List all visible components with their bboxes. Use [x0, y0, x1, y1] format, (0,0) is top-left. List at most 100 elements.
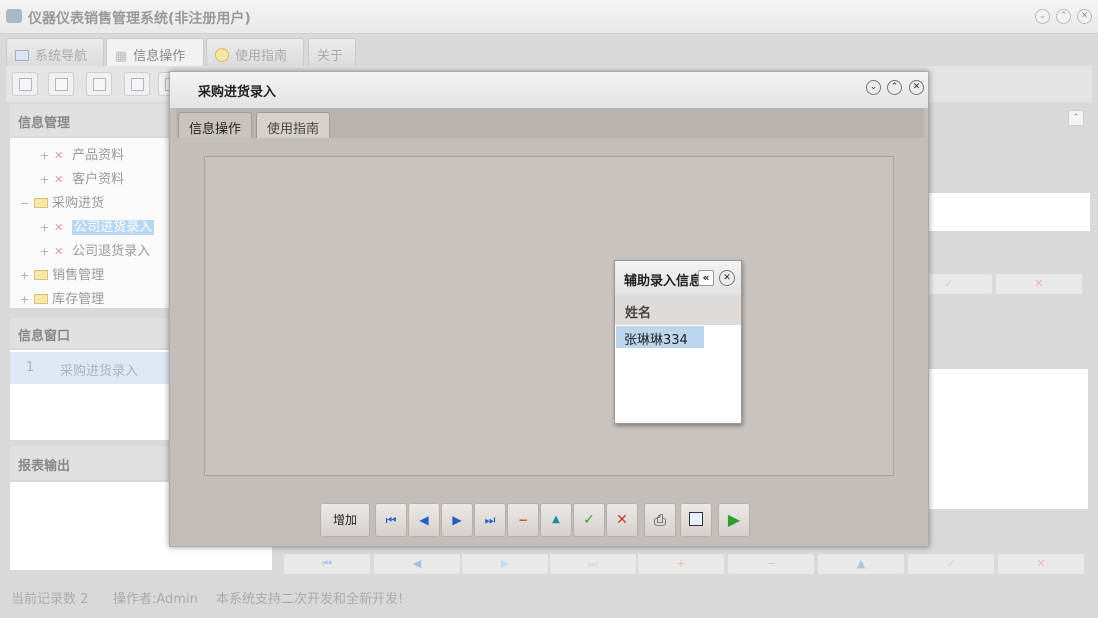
document-button[interactable] — [86, 72, 112, 96]
expand-icon[interactable]: + — [20, 269, 30, 282]
tool-icon: ✕ — [54, 173, 64, 186]
helper-title: 辅助录入信息 — [624, 274, 700, 289]
tree-node-products[interactable]: + ✕ 产品资料 — [40, 144, 124, 164]
monitor-icon — [15, 50, 29, 61]
folder-icon — [34, 198, 49, 208]
helper-column-header: 姓名 — [615, 295, 741, 325]
helper-close-icon[interactable]: ✕ — [719, 270, 735, 286]
tool-icon: ✕ — [54, 221, 64, 234]
next-record-button[interactable]: ▶ — [441, 503, 473, 537]
users-icon — [131, 78, 144, 91]
x-icon: ✕ — [616, 512, 628, 528]
next-icon: ▶ — [452, 513, 462, 527]
printer-icon: ⎙ — [653, 511, 666, 529]
folder-icon — [34, 270, 49, 280]
last-icon: ⏭ — [484, 513, 496, 527]
background-last-button[interactable]: ⏭ — [550, 554, 636, 574]
dialog-minimize-icon[interactable]: ⌄ — [866, 80, 881, 95]
record-count: 当前记录数 2 — [11, 592, 89, 607]
tree-node-purchasing[interactable]: − 采购进货 — [20, 192, 104, 212]
operator: 操作者:Admin — [113, 592, 198, 607]
background-grid-area — [928, 369, 1088, 509]
users-button[interactable] — [124, 72, 150, 96]
grid-icon: ▦ — [115, 49, 128, 64]
background-cancel-button[interactable]: ✕ — [996, 274, 1082, 294]
background-save-button[interactable]: ✓ — [908, 554, 994, 574]
print-preview-icon — [689, 512, 703, 526]
app-title-bar: 仪器仪表销售管理系统(非注册用户) ⌄ ⌃ ✕ — [0, 0, 1098, 34]
expand-icon[interactable]: + — [40, 245, 50, 258]
document-icon — [93, 78, 106, 91]
input-helper-popup: 辅助录入信息 « ✕ 姓名 张琳琳334 — [614, 260, 742, 424]
tree-node-customers[interactable]: + ✕ 客户资料 — [40, 168, 124, 188]
collapse-panel-icon[interactable]: ⌃ — [1068, 110, 1084, 126]
dialog-close-icon[interactable]: ✕ — [909, 80, 924, 95]
tree-node-return-entry[interactable]: + ✕ 公司退货录入 — [40, 240, 150, 260]
background-form-area — [928, 193, 1090, 231]
run-button[interactable]: ▶ — [718, 503, 750, 537]
tab-user-guide[interactable]: 使用指南 — [206, 38, 304, 66]
list-icon — [55, 78, 68, 91]
dialog-tab-user-guide[interactable]: 使用指南 — [256, 112, 330, 138]
add-button[interactable]: 增加 — [320, 503, 370, 537]
save-button[interactable]: ✓ — [573, 503, 605, 537]
up-arrow-icon: ▲ — [552, 514, 560, 525]
check-icon: ✓ — [583, 512, 595, 528]
play-icon: ▶ — [727, 510, 741, 529]
search-icon — [19, 78, 32, 91]
clock-icon — [215, 48, 229, 62]
dialog-title: 采购进货录入 — [198, 85, 277, 100]
tree-node-sales[interactable]: + 销售管理 — [20, 264, 104, 284]
app-title: 仪器仪表销售管理系统(非注册用户) — [28, 11, 251, 27]
folder-icon — [34, 294, 49, 304]
dialog-maximize-icon[interactable]: ⌃ — [887, 80, 902, 95]
preview-button[interactable] — [680, 503, 712, 537]
background-prev-button[interactable]: ◀ — [374, 554, 460, 574]
helper-list-item[interactable]: 张琳琳334 — [616, 326, 704, 348]
collapse-icon[interactable]: − — [20, 197, 30, 210]
tool-icon: ✕ — [54, 149, 64, 162]
background-first-button[interactable]: ⏮ — [284, 554, 370, 574]
tab-about[interactable]: 关于 — [308, 38, 356, 66]
maximize-icon[interactable]: ⌃ — [1056, 9, 1071, 24]
expand-icon[interactable]: + — [40, 173, 50, 186]
background-add-button[interactable]: + — [638, 554, 724, 574]
status-bar: 当前记录数 2 操作者:Admin 本系统支持二次开发和全新开发! — [0, 584, 1098, 610]
background-delete-button[interactable]: − — [728, 554, 814, 574]
dialog-tab-strip: 信息操作 使用指南 — [176, 108, 924, 138]
last-record-button[interactable]: ⏭ — [474, 503, 506, 537]
background-discard-button[interactable]: ✕ — [998, 554, 1084, 574]
close-icon[interactable]: ✕ — [1077, 9, 1092, 24]
expand-icon[interactable]: + — [40, 221, 50, 234]
collapse-left-icon[interactable]: « — [698, 270, 714, 286]
dialog-tab-info-ops[interactable]: 信息操作 — [178, 112, 252, 138]
helper-title-bar[interactable]: 辅助录入信息 « ✕ — [615, 261, 741, 295]
prev-record-button[interactable]: ◀ — [408, 503, 440, 537]
tool-icon: ✕ — [54, 245, 64, 258]
background-up-button[interactable]: ▲ — [818, 554, 904, 574]
tree-node-purchase-entry[interactable]: + ✕ 公司进货录入 — [40, 216, 155, 236]
expand-icon[interactable]: + — [20, 293, 30, 306]
up-button[interactable]: ▲ — [540, 503, 572, 537]
first-record-button[interactable]: ⏮ — [375, 503, 407, 537]
tab-info-ops[interactable]: ▦ 信息操作 — [106, 38, 204, 66]
cancel-button[interactable]: ✕ — [606, 503, 638, 537]
dialog-title-bar[interactable]: 采购进货录入 ⌄ ⌃ ✕ — [170, 72, 928, 108]
background-nav-bar: ⏮ ◀ ▶ ⏭ + − ▲ ✓ ✕ — [282, 554, 1088, 576]
search-button[interactable] — [12, 72, 38, 96]
list-button[interactable] — [48, 72, 74, 96]
status-message: 本系统支持二次开发和全新开发! — [216, 592, 404, 607]
app-logo-icon — [6, 9, 22, 23]
expand-icon[interactable]: + — [40, 149, 50, 162]
minimize-icon[interactable]: ⌄ — [1035, 9, 1050, 24]
prev-icon: ◀ — [419, 513, 429, 527]
dialog-content-area — [204, 156, 894, 476]
tab-system-nav[interactable]: 系统导航 — [6, 38, 104, 66]
purchase-entry-dialog: 采购进货录入 ⌄ ⌃ ✕ 信息操作 使用指南 辅助录入信息 « ✕ 姓名 张琳琳… — [169, 71, 929, 547]
background-next-button[interactable]: ▶ — [462, 554, 548, 574]
print-button[interactable]: ⎙ — [644, 503, 676, 537]
tree-node-inventory[interactable]: + 库存管理 — [20, 288, 104, 308]
first-icon: ⏮ — [385, 513, 397, 527]
minus-icon: − — [517, 513, 529, 527]
delete-button[interactable]: − — [507, 503, 539, 537]
